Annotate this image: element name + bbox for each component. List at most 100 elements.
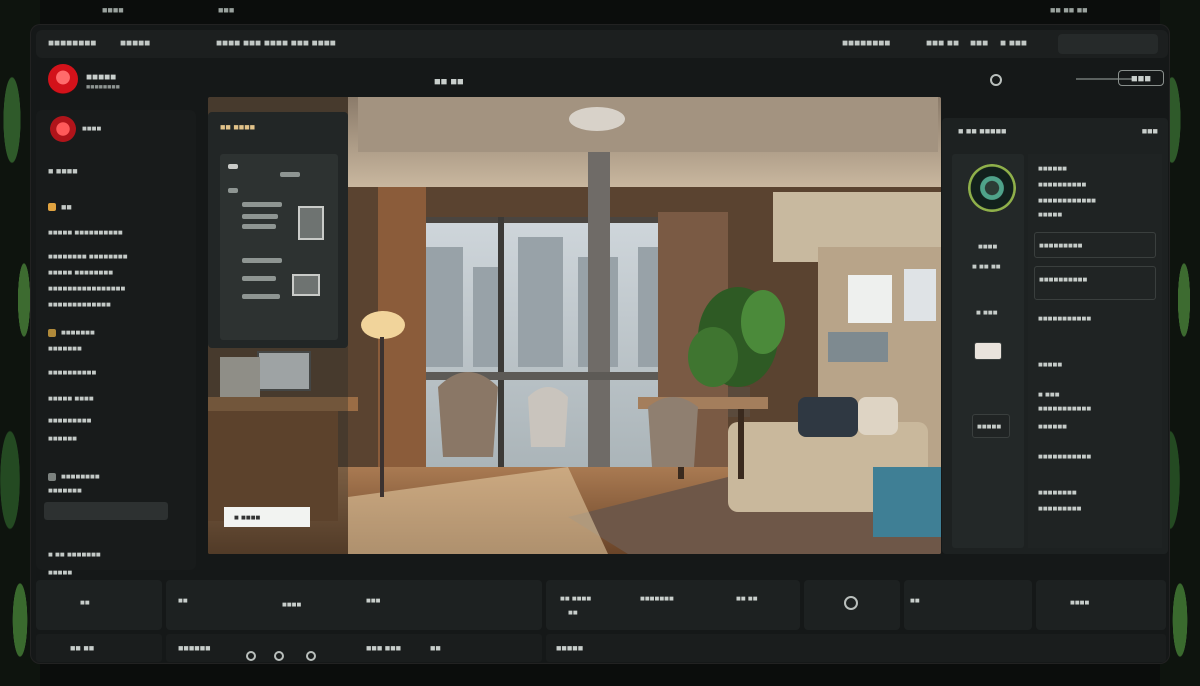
dot-icon (228, 164, 238, 169)
right-panel: ■ ■■ ■■■■■ ■■■ ■■■■ ■ ■■ ■■ ■ ■■■ ■■■■■ … (942, 118, 1168, 554)
right-panel-column-1: ■■■■ ■ ■■ ■■ ■ ■■■ ■■■■■ (952, 154, 1024, 548)
bottom-cell-6[interactable]: ■■■■ (1036, 580, 1166, 630)
bottom-cell-3[interactable]: ■■ ■■■■ ■■ ■■■■■■■ ■■ ■■ (546, 580, 800, 630)
sidebar-item-2[interactable]: ■■■■■■■■ ■■■■■■■■ (48, 252, 128, 261)
right-panel-column-2: ■■■■■■ ■■■■■■■■■■ ■■■■■■■■■■■■ ■■■■■ ■■■… (1028, 154, 1162, 548)
sidebar-item-5[interactable]: ■■■■■■■■■■■■■ (48, 300, 111, 309)
bottom-label-1: ■■ (80, 598, 90, 607)
bottom-label-7: ■■■■■■■ (640, 594, 674, 603)
status-label-2: ■■■■■■ (178, 643, 211, 653)
bottom-label-10: ■■■■ (1070, 598, 1090, 607)
bottom-label-8: ■■ ■■ (736, 594, 758, 603)
document-icon (48, 472, 56, 481)
bottom-cell-4[interactable] (804, 580, 900, 630)
bottom-label-5: ■■ ■■■■ (560, 594, 592, 603)
sidebar-item-6[interactable]: ■■■■■■■ (48, 328, 95, 337)
folder-icon (48, 328, 56, 337)
sidebar-item-12-label: ■■■■■■■■ (61, 472, 100, 481)
sidebar: ■■■■ ■ ■■■■ ■■ ■■■■■ ■■■■■■■■■■ ■■■■■■■■… (36, 110, 196, 577)
status-cell-3: ■■■■■ (546, 634, 1166, 662)
sidebar-selected-item[interactable] (44, 502, 168, 520)
bottom-label-2: ■■ (178, 596, 188, 605)
main-header: ■■■■■ ■■■■■■■■ ■■ ■■ ■■■ (36, 60, 1168, 96)
col2-line-2: ■■■■■■■■■■ (1038, 180, 1087, 189)
col2-line-1: ■■■■■■ (1038, 164, 1067, 173)
status-bar: ■■ ■■ ■■■■■■ ■■■ ■■■ ■■ ■■■■■ (36, 634, 1166, 662)
col1-button[interactable]: ■■■■■ (972, 414, 1010, 438)
menu-item[interactable]: ■■■■■ (120, 38, 150, 49)
col2-line-10: ■■■■■■■■■■■ (1038, 452, 1092, 461)
sidebar-item-1[interactable]: ■■■■■ ■■■■■■■■■■ (48, 228, 123, 237)
status-label-3: ■■■ ■■■ (366, 643, 402, 653)
sidebar-item-12[interactable]: ■■■■■■■■ (48, 472, 100, 481)
brand-subtitle: ■■■■■■■■ (86, 84, 120, 91)
bottom-cell-5[interactable]: ■■ (904, 580, 1032, 630)
sidebar-item-13[interactable]: ■■■■■■■ (48, 486, 82, 495)
status-label-5: ■■■■■ (556, 643, 584, 653)
sidebar-item-3[interactable]: ■■■■■ ■■■■■■■■ (48, 268, 113, 277)
bottom-cell-1[interactable]: ■■ (36, 580, 162, 630)
nav-item-4[interactable]: ■ ■■■ (1000, 38, 1027, 49)
section-label: ■ ■■■■ (48, 166, 78, 176)
preview-thumbnail[interactable] (974, 342, 1002, 360)
col2-line-11: ■■■■■■■■ (1038, 488, 1077, 497)
col2-field-2[interactable]: ■■■■■■■■■■ (1034, 266, 1156, 300)
top-strip-right-text: ■■ ■■ ■■ (1050, 5, 1088, 15)
right-panel-title: ■ ■■ ■■■■■ (958, 126, 1007, 136)
nav-item-1[interactable]: ■■■■■■■■ (842, 38, 890, 49)
status-label-4: ■■ (430, 643, 441, 653)
left-panel-content (220, 154, 338, 340)
left-overlay-panel: ■■ ■■■■ (208, 112, 348, 348)
sidebar-item-4[interactable]: ■■■■■■■■■■■■■■■■ (48, 284, 125, 293)
nav-item-2[interactable]: ■■■ ■■ (926, 38, 959, 49)
sidebar-group[interactable]: ■■ (48, 202, 72, 212)
sidebar-item-8[interactable]: ■■■■■■■■■■ (48, 368, 96, 377)
col2-line-4: ■■■■■ (1038, 210, 1063, 219)
bottom-cell-2[interactable]: ■■ ■■■■ ■■■ (166, 580, 542, 630)
sidebar-item-11[interactable]: ■■■■■■ (48, 434, 77, 443)
col2-line-12: ■■■■■■■■■ (1038, 504, 1082, 513)
top-strip-left-text: ■■■■ (102, 5, 124, 15)
col1-button-label: ■■■■■ (977, 422, 1002, 431)
sidebar-item-7[interactable]: ■■■■■■■ (48, 344, 82, 353)
left-panel-title: ■■ ■■■■ (220, 122, 256, 132)
col1-label-3: ■ ■■■ (976, 308, 998, 317)
status-cell-1[interactable]: ■■ ■■ (36, 634, 162, 662)
center-label: ■■ ■■ (434, 76, 464, 88)
col2-line-6: ■■■■■ (1038, 360, 1063, 369)
col2-field-1[interactable]: ■■■■■■■■■ (1034, 232, 1156, 258)
col2-line-7: ■ ■■■ (1038, 390, 1060, 399)
sidebar-item-15[interactable]: ■■■■■ (48, 568, 72, 577)
sidebar-item-9[interactable]: ■■■■■ ■■■■ (48, 394, 94, 403)
brand-title: ■■■■■ (86, 72, 117, 83)
thumbnail-1[interactable] (298, 206, 324, 240)
profile-avatar[interactable] (50, 116, 76, 142)
title-bar: ■■■■■■■■ ■■■■■ ■■■■ ■■■ ■■■■ ■■■ ■■■■ ■■… (36, 30, 1168, 58)
bottom-label-6: ■■ (568, 608, 578, 617)
document-title: ■■■■ ■■■ ■■■■ ■■■ ■■■■ (216, 38, 336, 49)
sidebar-item-10[interactable]: ■■■■■■■■■ (48, 416, 92, 425)
right-panel-header: ■ ■■ ■■■■■ ■■■ (958, 126, 1158, 136)
profile-label: ■■■■ (82, 124, 102, 133)
target-ring-icon[interactable] (968, 164, 1016, 212)
col2-line-8: ■■■■■■■■■■■ (1038, 404, 1092, 413)
col1-label-1: ■■■■ (978, 242, 998, 251)
sidebar-item-14[interactable]: ■ ■■ ■■■■■■■ (48, 550, 101, 559)
status-cell-2[interactable]: ■■■■■■ ■■■ ■■■ ■■ (166, 634, 542, 662)
header-action-button[interactable]: ■■■ (1118, 70, 1164, 86)
col2-line-3: ■■■■■■■■■■■■ (1038, 196, 1096, 205)
nav-item-3[interactable]: ■■■ (970, 38, 988, 49)
sidebar-group-label: ■■ (61, 202, 72, 212)
col1-label-2: ■ ■■ ■■ (972, 262, 1001, 271)
lock-icon (48, 203, 56, 211)
window-controls[interactable] (1058, 34, 1158, 54)
col2-line-9: ■■■■■■ (1038, 422, 1067, 431)
right-panel-badge: ■■■ (1141, 126, 1158, 136)
col2-field-2-label: ■■■■■■■■■■ (1039, 275, 1088, 284)
col2-field-1-label: ■■■■■■■■■ (1039, 241, 1083, 250)
thumbnail-2[interactable] (292, 274, 320, 296)
bottom-label-3: ■■■■ (282, 600, 302, 609)
col2-line-5: ■■■■■■■■■■■ (1038, 314, 1092, 323)
image-caption: ■ ■■■■ (224, 507, 310, 527)
bottom-toolbar: ■■ ■■ ■■■■ ■■■ ■■ ■■■■ ■■ ■■■■■■■ ■■ ■■ … (36, 580, 1166, 630)
